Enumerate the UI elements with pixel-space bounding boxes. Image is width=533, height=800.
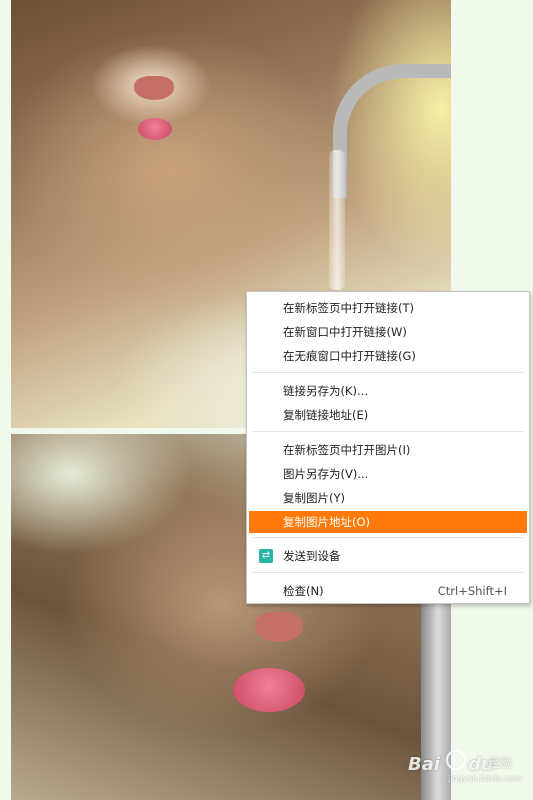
baidu-jingyan-watermark: Bai du 经验 jingyan.baidu.com — [408, 748, 522, 788]
cat-tongue — [233, 668, 305, 712]
menu-item-copy-image[interactable]: 复制图片(Y) — [249, 487, 527, 509]
menu-item-copy-link-address[interactable]: 复制链接地址(E) — [249, 404, 527, 426]
cat-nose — [134, 76, 174, 100]
menu-item-send-to-device[interactable]: ⇄ 发送到设备 — [249, 545, 527, 567]
watermark-jingyan: 经验 — [488, 756, 513, 770]
menu-item-open-link-new-window[interactable]: 在新窗口中打开链接(W) — [249, 321, 527, 343]
menu-separator — [253, 572, 523, 573]
water-stream — [329, 150, 345, 290]
watermark-url: jingyan.baidu.com — [448, 774, 522, 783]
menu-item-save-link-as[interactable]: 链接另存为(K)... — [249, 380, 527, 402]
cat-tongue — [138, 118, 172, 140]
menu-separator — [253, 372, 523, 373]
menu-separator — [253, 537, 523, 538]
menu-item-save-image-as[interactable]: 图片另存为(V)... — [249, 463, 527, 485]
baidu-paw-icon — [446, 750, 466, 770]
menu-item-inspect[interactable]: 检查(N) Ctrl+Shift+I — [249, 580, 527, 602]
menu-item-open-link-new-tab[interactable]: 在新标签页中打开链接(T) — [249, 297, 527, 319]
shortcut-hint: Ctrl+Shift+I — [437, 584, 507, 598]
context-menu: 在新标签页中打开链接(T) 在新窗口中打开链接(W) 在无痕窗口中打开链接(G)… — [246, 291, 530, 604]
menu-item-copy-image-address[interactable]: 复制图片地址(O) — [249, 511, 527, 533]
faucet — [333, 64, 451, 198]
send-to-device-icon: ⇄ — [259, 549, 273, 563]
cat-nose — [255, 612, 303, 642]
menu-separator — [253, 431, 523, 432]
menu-item-open-image-new-tab[interactable]: 在新标签页中打开图片(I) — [249, 439, 527, 461]
watermark-bai: Bai — [408, 754, 441, 775]
menu-item-open-link-incognito[interactable]: 在无痕窗口中打开链接(G) — [249, 345, 527, 367]
